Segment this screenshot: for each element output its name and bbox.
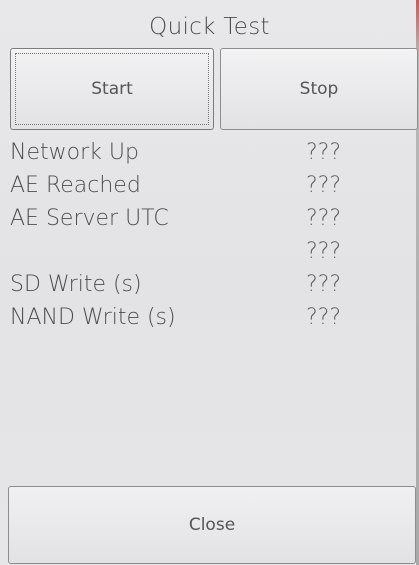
page-title: Quick Test xyxy=(149,14,270,40)
result-label: SD Write (s) xyxy=(10,272,142,297)
result-row-network-up: Network Up ??? xyxy=(0,140,419,173)
result-label: Network Up xyxy=(10,140,139,165)
results-list: Network Up ??? AE Reached ??? AE Server … xyxy=(0,140,419,338)
start-button[interactable]: Start xyxy=(10,48,214,130)
result-value: ??? xyxy=(306,140,342,165)
result-row-sd-write: SD Write (s) ??? xyxy=(0,272,419,305)
stop-button-label: Stop xyxy=(299,79,339,99)
result-value: ??? xyxy=(306,305,342,330)
result-row-nand-write: NAND Write (s) ??? xyxy=(0,305,419,338)
close-button-label: Close xyxy=(188,515,236,535)
result-row-ae-server-utc: AE Server UTC ??? xyxy=(0,206,419,239)
close-button[interactable]: Close xyxy=(8,486,416,564)
quick-test-screen: Quick Test Start Stop Network Up ??? AE … xyxy=(0,0,419,565)
focus-indicator xyxy=(15,53,209,125)
stop-button[interactable]: Stop xyxy=(220,48,418,130)
result-row-ae-reached: AE Reached ??? xyxy=(0,173,419,206)
result-value: ??? xyxy=(306,239,342,264)
result-value: ??? xyxy=(306,173,342,198)
result-label: AE Reached xyxy=(10,173,141,198)
result-label: AE Server UTC xyxy=(10,206,169,231)
result-value: ??? xyxy=(306,206,342,231)
result-label: NAND Write (s) xyxy=(10,305,176,330)
result-value: ??? xyxy=(306,272,342,297)
result-row-unlabeled: ??? xyxy=(0,239,419,272)
